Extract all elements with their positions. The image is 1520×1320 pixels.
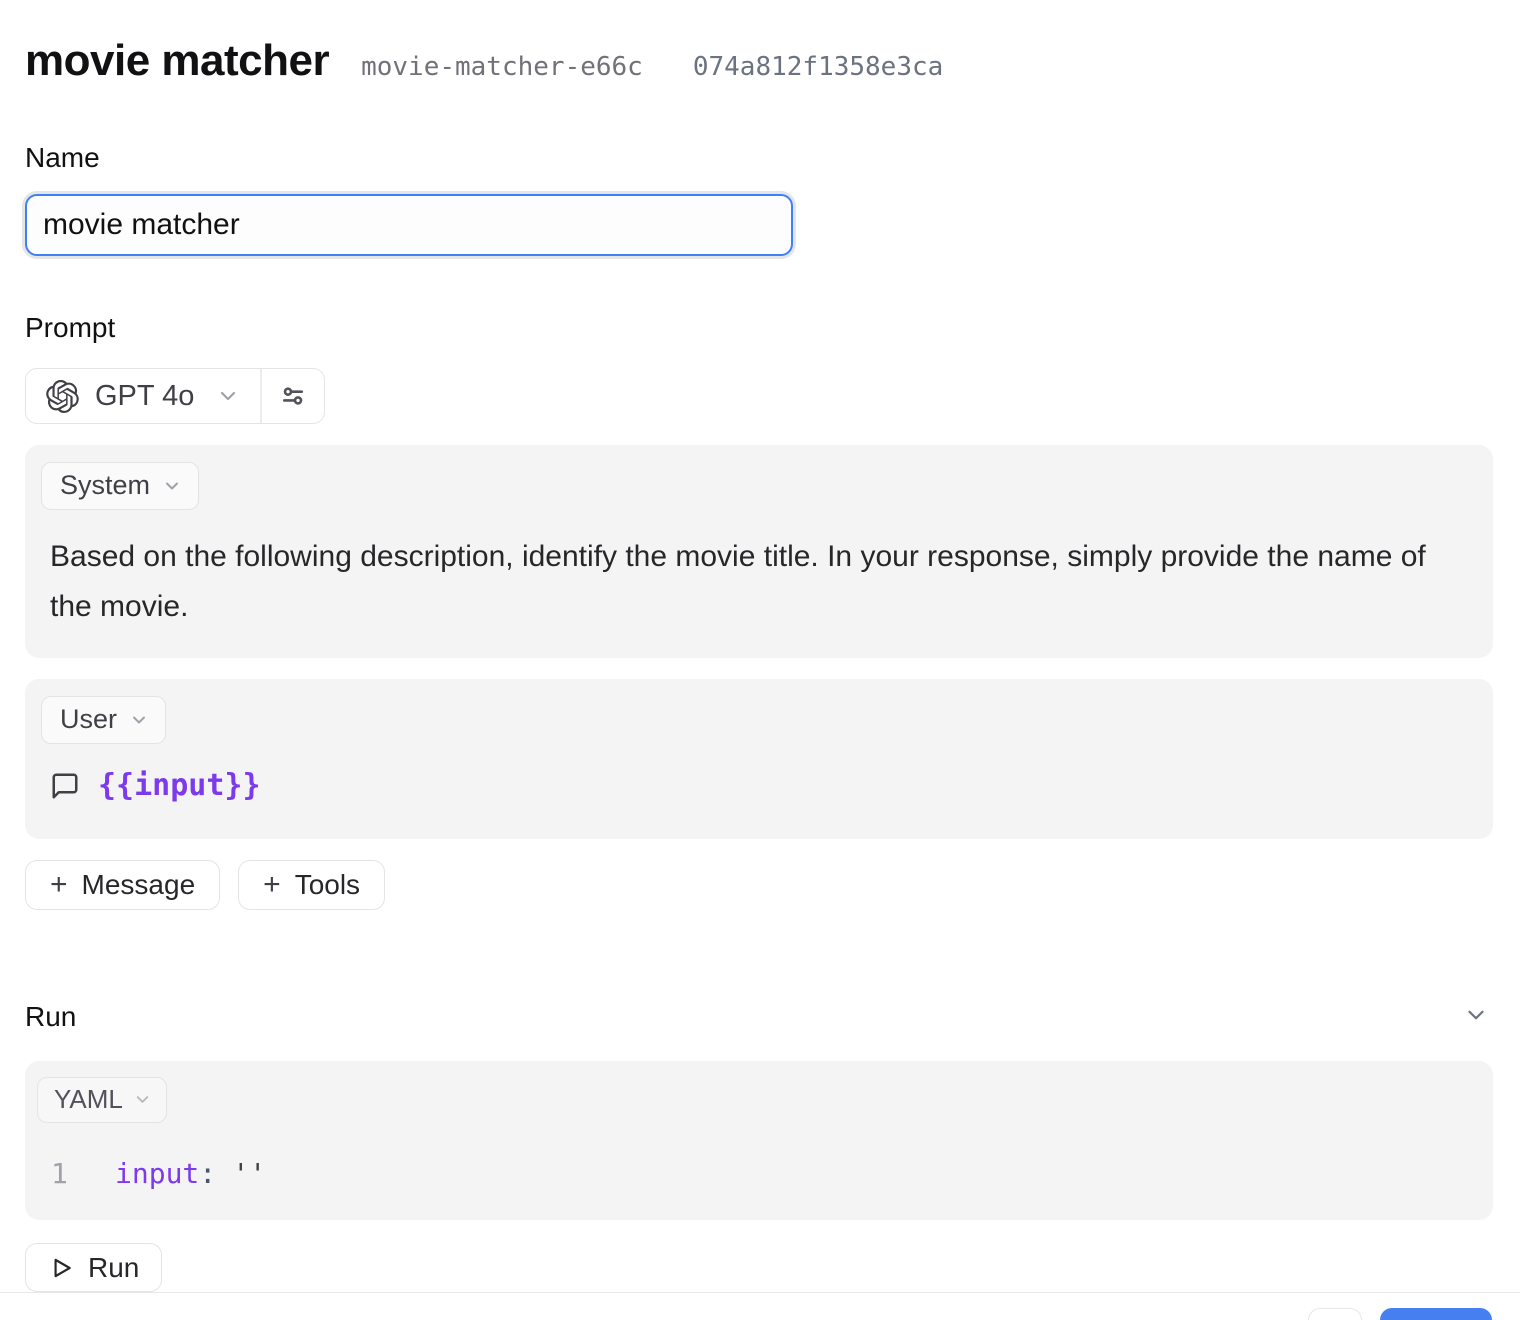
add-message-label: Message: [81, 869, 196, 900]
model-name-label: GPT 4o: [95, 379, 195, 412]
message-bubble-icon: [50, 771, 80, 801]
name-label: Name: [25, 142, 100, 173]
user-role-label: User: [60, 704, 118, 734]
chevron-down-icon: [162, 476, 182, 496]
user-message-content[interactable]: {{input}}: [50, 768, 1469, 803]
openai-logo-icon: [46, 379, 79, 413]
chevron-down-icon: [1463, 1002, 1489, 1028]
add-tools-button[interactable]: + Tools: [238, 860, 386, 910]
footer-bar: Save: [0, 1292, 1520, 1320]
play-icon: [48, 1255, 74, 1281]
user-role-dropdown[interactable]: User: [41, 696, 167, 744]
chevron-down-icon: [216, 384, 240, 408]
plus-icon: +: [50, 868, 68, 901]
page-title: movie matcher: [25, 36, 330, 85]
add-tools-label: Tools: [294, 869, 361, 900]
plus-icon: +: [263, 868, 281, 901]
run-label: Run: [25, 1000, 77, 1032]
name-input[interactable]: [25, 194, 793, 256]
add-message-button[interactable]: + Message: [25, 860, 221, 910]
language-dropdown[interactable]: YAML: [37, 1077, 167, 1123]
input-variable-token: {{input}}: [98, 768, 261, 803]
run-button[interactable]: Run: [25, 1243, 163, 1292]
main-content: movie matcher movie-matcher-e66c 074a812…: [0, 0, 1520, 1292]
save-button[interactable]: Save: [1379, 1308, 1492, 1320]
yaml-colon: :: [199, 1157, 217, 1190]
system-role-label: System: [60, 470, 151, 500]
yaml-key: input: [115, 1157, 200, 1190]
header: movie matcher movie-matcher-e66c 074a812…: [25, 36, 1493, 86]
sliders-icon: [278, 381, 308, 411]
system-message-card: System Based on the following descriptio…: [25, 445, 1493, 658]
version-hash: 074a812f1358e3ca: [692, 52, 944, 82]
prompt-slug: movie-matcher-e66c: [361, 52, 643, 82]
model-select-button[interactable]: GPT 4o: [26, 369, 261, 423]
user-message-card: User {{input}}: [25, 679, 1493, 839]
system-message-text[interactable]: Based on the following description, iden…: [50, 532, 1461, 632]
prompt-editor-page: movie matcher movie-matcher-e66c 074a812…: [0, 0, 1520, 1320]
line-number: 1: [51, 1157, 68, 1190]
chevron-down-icon: [129, 710, 149, 730]
model-selector-group: GPT 4o: [25, 368, 325, 424]
system-role-dropdown[interactable]: System: [41, 462, 200, 510]
language-label: YAML: [54, 1084, 123, 1114]
run-button-label: Run: [88, 1251, 140, 1283]
run-section-header: Run: [25, 998, 1493, 1035]
collapse-run-button[interactable]: [1459, 998, 1493, 1035]
chevron-down-icon: [133, 1090, 152, 1109]
yaml-value: '': [232, 1157, 267, 1190]
yaml-code-line[interactable]: 1 input: '': [37, 1157, 1469, 1190]
code-content: input: '': [115, 1157, 266, 1190]
run-input-editor-card: YAML 1 input: '': [25, 1061, 1493, 1220]
prompt-actions: + Message + Tools: [25, 860, 1493, 910]
delete-button[interactable]: [1307, 1308, 1362, 1320]
model-settings-button[interactable]: [261, 369, 324, 423]
prompt-label: Prompt: [25, 312, 116, 343]
